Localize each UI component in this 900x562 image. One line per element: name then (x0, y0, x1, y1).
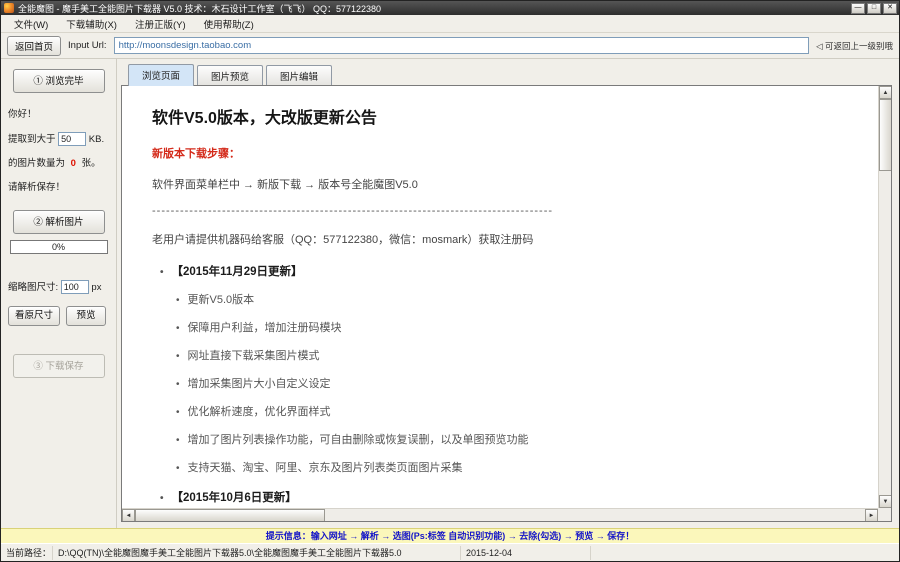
update-item: 更新V5.0版本 (176, 291, 866, 307)
parse-progress-bar: 0% (10, 240, 108, 254)
tab-image-edit[interactable]: 图片编辑 (266, 65, 332, 86)
menu-download-assist[interactable]: 下载辅助(X) (57, 15, 126, 33)
status-filler (591, 546, 899, 560)
title-bar: 全能魔图 - 魔手美工全能图片下载器 V5.0 技术：木石设计工作室（飞飞） Q… (1, 1, 899, 15)
update-item: 增加了图片列表操作功能，可自由删除或恢复误删，以及单图预览功能 (176, 431, 866, 447)
extract-size-unit: KB. (89, 134, 104, 145)
update-log-list: 【2015年11月29日更新】 更新V5.0版本 保障用户利益，增加注册码模块 … (152, 263, 866, 508)
update-date-heading: 【2015年11月29日更新】 (160, 263, 866, 279)
scroll-down-icon[interactable]: ▼ (879, 495, 892, 508)
status-date: 2015-12-04 (461, 546, 591, 560)
window-title: 全能魔图 - 魔手美工全能图片下载器 V5.0 技术：木石设计工作室（飞飞） Q… (18, 2, 849, 15)
vertical-scroll-thumb[interactable] (879, 99, 892, 171)
announcement-page: 软件V5.0版本，大改版更新公告 新版本下载步骤： 软件界面菜单栏中 → 新版下… (122, 86, 878, 508)
min-size-input[interactable] (58, 132, 86, 146)
menu-register[interactable]: 注册正版(Y) (126, 15, 195, 33)
download-steps-text: 软件界面菜单栏中 → 新版下载 → 版本号全能魔图V5.0 (152, 176, 866, 192)
action-hint-text: 请解析保存！ (8, 181, 109, 194)
update-item: 优化解析速度，优化界面样式 (176, 403, 866, 419)
preview-button[interactable]: 预览 (66, 306, 106, 326)
control-sidebar: ① 浏览完毕 你好！ 提取到大于 KB. 的图片数量为 0 张。 请解析保存！ … (1, 59, 117, 528)
close-button[interactable]: ✕ (883, 3, 897, 14)
status-path-value: D:\QQ(TN)\全能魔图魔手美工全能图片下载器5.0\全能魔图魔手美工全能图… (53, 546, 461, 560)
app-icon (4, 3, 14, 13)
parse-images-button[interactable]: ② 解析图片 (13, 210, 105, 234)
maximize-button[interactable]: □ (867, 3, 881, 14)
browse-done-button[interactable]: ① 浏览完毕 (13, 69, 105, 93)
update-item: 保障用户利益，增加注册码模块 (176, 319, 866, 335)
update-item: 支持天猫、淘宝、阿里、京东及图片列表类页面图片采集 (176, 459, 866, 475)
tab-strip: 浏览页面 图片预览 图片编辑 (121, 63, 892, 85)
extract-size-prefix: 提取到大于 (8, 134, 56, 145)
greeting-text: 你好！ (8, 108, 109, 121)
update-item: 增加采集图片大小自定义设定 (176, 375, 866, 391)
download-save-button: ③ 下载保存 (13, 354, 105, 378)
thumb-size-unit: px (91, 282, 101, 293)
thumb-size-label: 缩略图尺寸: (8, 282, 58, 293)
url-input-label: Input Url: (68, 40, 107, 51)
update-item: 网址直接下载采集图片模式 (176, 347, 866, 363)
url-toolbar: 返回首页 Input Url: ◁ 可返回上一级别哦 (1, 33, 899, 59)
tab-image-preview[interactable]: 图片预览 (197, 65, 263, 86)
preview-buttons-row: 看原尺寸 预览 (8, 306, 109, 326)
embedded-browser: 软件V5.0版本，大改版更新公告 新版本下载步骤： 软件界面菜单栏中 → 新版下… (121, 85, 892, 522)
extract-size-line: 提取到大于 KB. (8, 132, 109, 146)
scroll-right-icon[interactable]: ► (865, 509, 878, 522)
divider-dashes: ----------------------------------------… (152, 205, 866, 217)
image-count-prefix: 的图片数量为 (8, 158, 65, 169)
content-area: 浏览页面 图片预览 图片编辑 软件V5.0版本，大改版更新公告 新版本下载步骤：… (117, 59, 899, 528)
original-size-button[interactable]: 看原尺寸 (8, 306, 60, 326)
thumb-size-input[interactable] (61, 280, 89, 294)
minimize-button[interactable]: — (851, 3, 865, 14)
scroll-left-icon[interactable]: ◄ (122, 509, 135, 522)
download-steps-heading: 新版本下载步骤： (152, 145, 866, 161)
status-bar: 当前路径： D:\QQ(TN)\全能魔图魔手美工全能图片下载器5.0\全能魔图魔… (1, 543, 899, 561)
back-hint-text: ◁ 可返回上一级别哦 (816, 40, 893, 52)
vertical-scrollbar[interactable]: ▲ ▼ (878, 86, 891, 508)
update-date-heading: 【2015年10月6日更新】 (160, 489, 866, 505)
page-title: 软件V5.0版本，大改版更新公告 (152, 104, 866, 128)
menu-file[interactable]: 文件(W) (5, 15, 57, 33)
hint-bar: 提示信息：输入网址 → 解析 → 选图(Ps:标签 自动识别功能) → 去除(勾… (1, 528, 899, 543)
image-count-line: 的图片数量为 0 张。 (8, 157, 109, 170)
scrollbar-corner (878, 508, 891, 521)
main-area: ① 浏览完毕 你好！ 提取到大于 KB. 的图片数量为 0 张。 请解析保存！ … (1, 59, 899, 528)
image-count-unit: 张。 (82, 158, 101, 169)
horizontal-scroll-thumb[interactable] (135, 509, 325, 522)
tab-browse-page[interactable]: 浏览页面 (128, 64, 194, 86)
image-count-value: 0 (68, 158, 79, 169)
horizontal-scrollbar[interactable]: ◄ ► (122, 508, 878, 521)
old-user-notice: 老用户请提供机器码给客服（QQ：577122380，微信：mosmark）获取注… (152, 231, 866, 247)
menu-help[interactable]: 使用帮助(Z) (195, 15, 263, 33)
home-button[interactable]: 返回首页 (7, 36, 61, 56)
scroll-up-icon[interactable]: ▲ (879, 86, 892, 99)
thumb-size-line: 缩略图尺寸: px (8, 280, 109, 294)
app-window: 全能魔图 - 魔手美工全能图片下载器 V5.0 技术：木石设计工作室（飞飞） Q… (0, 0, 900, 562)
url-input[interactable] (114, 37, 810, 54)
status-path-label: 当前路径： (1, 546, 53, 560)
menu-bar: 文件(W) 下载辅助(X) 注册正版(Y) 使用帮助(Z) (1, 15, 899, 33)
